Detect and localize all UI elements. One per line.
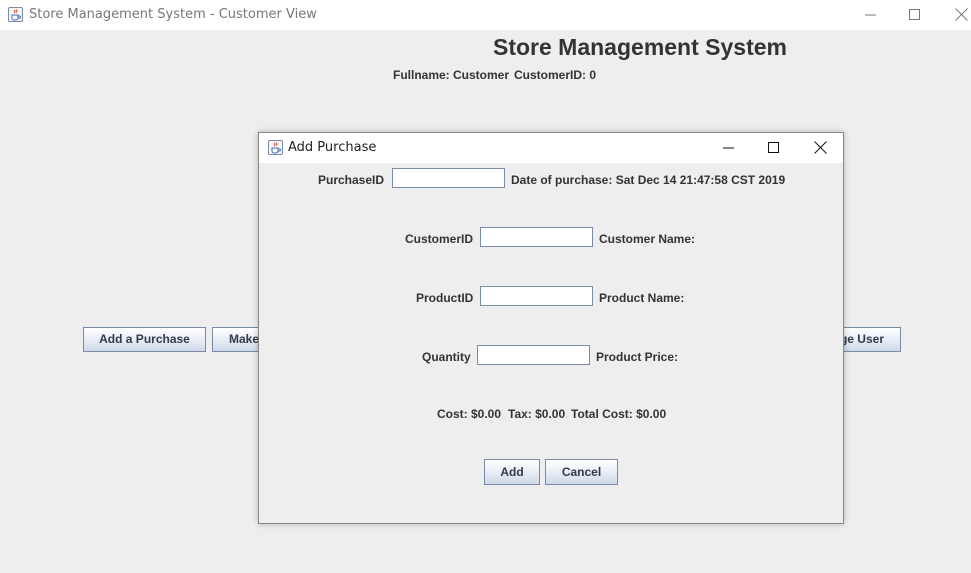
close-button[interactable] [941,0,971,30]
product-id-label: ProductID [416,291,474,305]
product-name-label: Product Name: [599,291,685,305]
page-title: Store Management System [493,34,787,60]
product-id-input[interactable] [480,286,593,306]
maximize-button[interactable] [895,0,935,30]
dialog-minimize-button[interactable] [709,133,749,163]
add-purchase-button[interactable]: Add a Purchase [83,327,206,352]
quantity-input[interactable] [477,345,590,365]
customer-id-label: CustomerID [405,232,474,246]
date-of-purchase-label: Date of purchase: Sat Dec 14 21:47:58 CS… [511,173,786,187]
close-icon [814,141,827,154]
java-cup-icon [268,140,283,155]
window-title: Store Management System - Customer View [29,7,317,22]
user-info: Fullname: Customer CustomerID: 0 [393,68,601,82]
cancel-button[interactable]: Cancel [545,459,618,485]
fullname-label: Fullname: Customer [393,68,510,82]
cost-label: Cost: $0.00 [437,407,502,421]
product-price-label: Product Price: [596,350,679,364]
java-cup-icon [8,7,23,22]
maximize-icon [909,9,920,20]
customer-id-input[interactable] [480,227,593,247]
total-cost-label: Total Cost: $0.00 [571,407,667,421]
dialog-maximize-button[interactable] [754,133,794,163]
dialog-title: Add Purchase [288,140,377,155]
dialog-titlebar[interactable]: Add Purchase [259,133,843,163]
maximize-icon [768,142,779,153]
minimize-icon [865,14,876,16]
add-purchase-dialog: Add Purchase PurchaseID Date of purchase… [258,132,844,524]
minimize-button[interactable] [851,0,891,30]
add-button[interactable]: Add [484,459,540,485]
tax-label: Tax: $0.00 [508,407,566,421]
quantity-label: Quantity [422,350,471,364]
main-window: Store Management System - Customer View … [0,0,971,573]
close-icon [955,8,968,21]
customer-name-label: Customer Name: [599,232,696,246]
dialog-close-button[interactable] [800,133,840,163]
purchase-id-label: PurchaseID [318,173,385,187]
window-titlebar[interactable]: Store Management System - Customer View [0,0,971,30]
purchase-id-input[interactable] [392,168,505,188]
minimize-icon [723,147,734,149]
customer-id-label: CustomerID: 0 [514,68,597,82]
